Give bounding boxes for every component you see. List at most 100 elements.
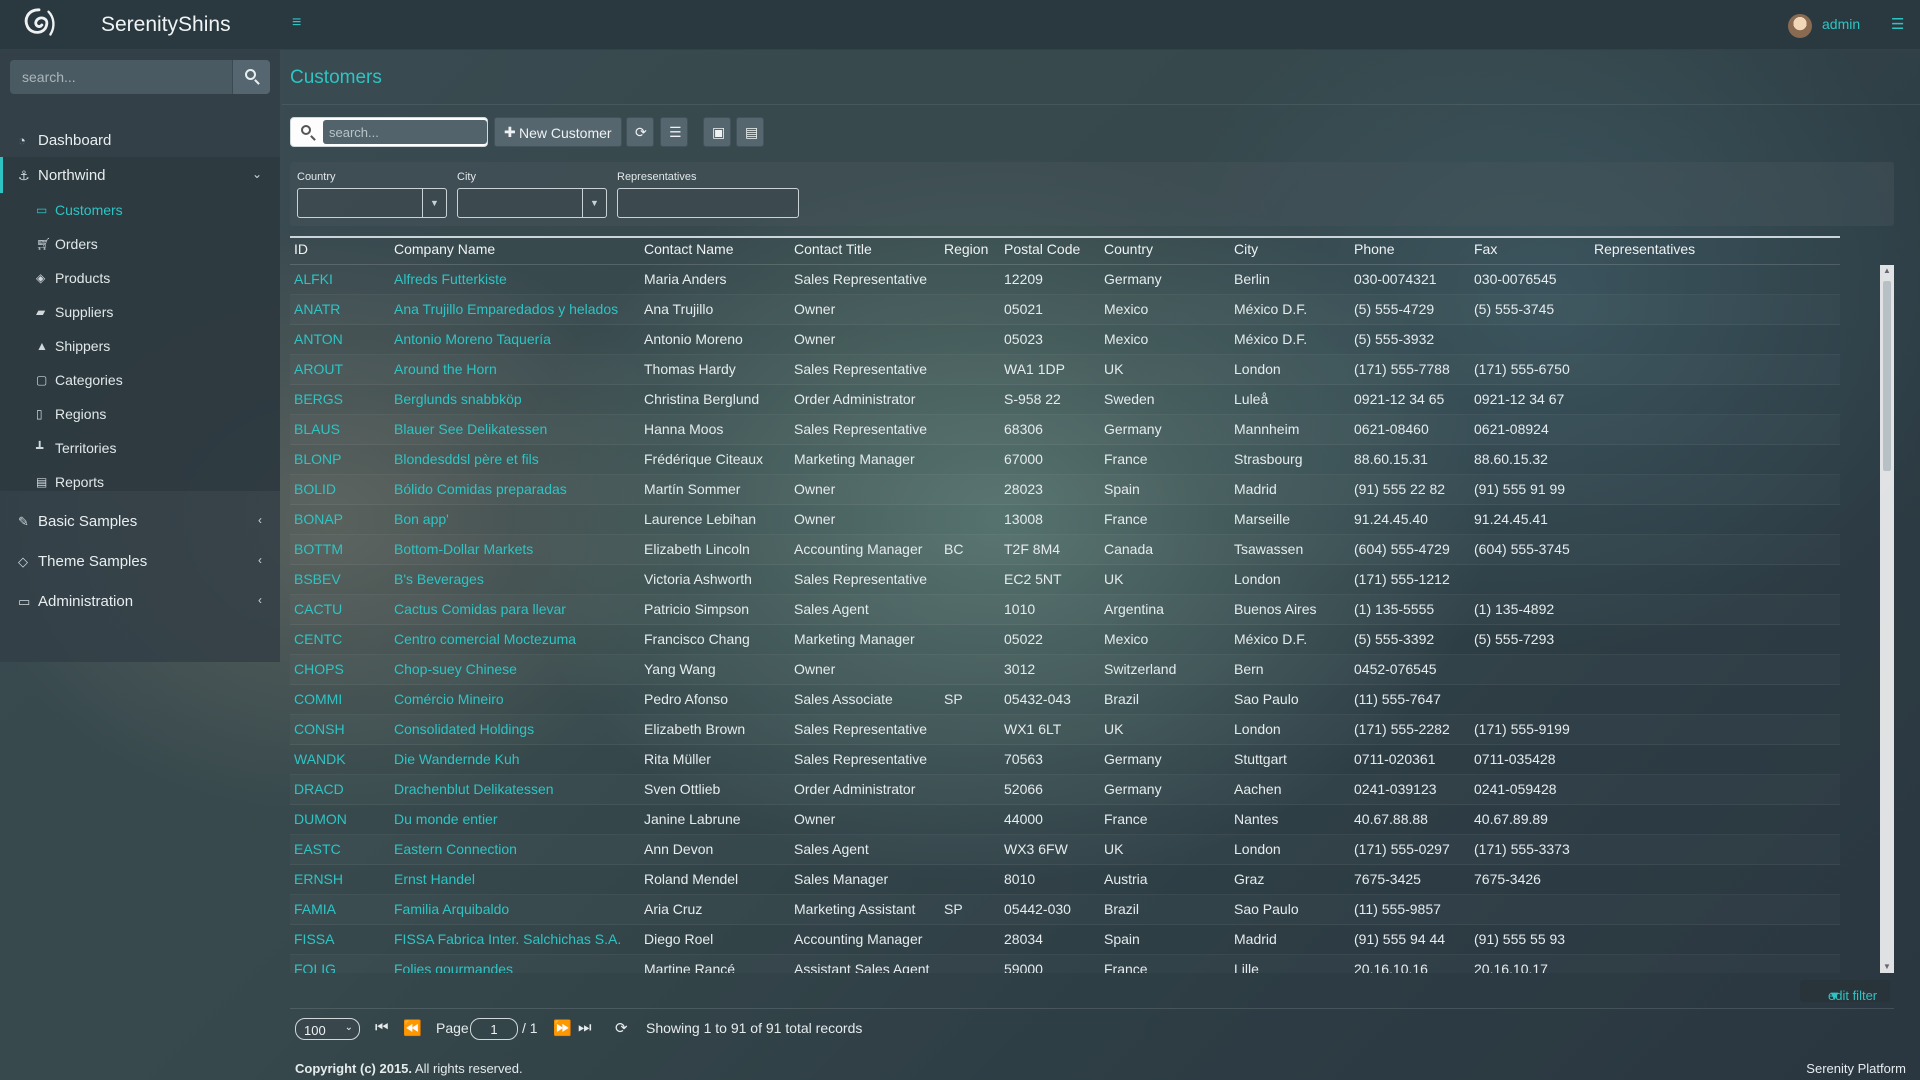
representatives-filter-input[interactable] (617, 188, 799, 218)
grid-search-input[interactable]: search... (323, 120, 487, 144)
grid-search[interactable]: search... (290, 117, 488, 147)
cell-id[interactable]: FAMIA (294, 901, 336, 917)
cell-company[interactable]: Blauer See Delikatessen (394, 421, 547, 437)
column-header-country[interactable]: Country (1104, 241, 1153, 257)
cell-company[interactable]: FISSA Fabrica Inter. Salchichas S.A. (394, 931, 621, 947)
table-row[interactable]: FISSA FISSA Fabrica Inter. Salchichas S.A… (290, 925, 1840, 955)
sidebar-item-basic-samples[interactable]: ✎ Basic Samples ‹ (0, 503, 280, 539)
table-row[interactable]: EASTC Eastern Connection Ann Devon Sales Ag… (290, 835, 1840, 865)
cell-id[interactable]: ERNSH (294, 871, 343, 887)
next-page-icon[interactable]: ⏩ (553, 1019, 572, 1037)
cell-id[interactable]: CHOPS (294, 661, 344, 677)
column-header-contact-title[interactable]: Contact Title (794, 241, 872, 257)
pdf-export-button[interactable]: ▤ (736, 117, 764, 147)
cell-id[interactable]: BOLID (294, 481, 336, 497)
last-page-icon[interactable]: ⏭ (578, 1019, 592, 1036)
table-row[interactable]: ALFKI Alfreds Futterkiste Maria Anders Sale… (290, 265, 1840, 295)
cell-id[interactable]: BOTTM (294, 541, 343, 557)
cell-id[interactable]: FOLIG (294, 961, 336, 973)
cell-company[interactable]: Familia Arquibaldo (394, 901, 509, 917)
cell-company[interactable]: Bólido Comidas preparadas (394, 481, 567, 497)
table-row[interactable]: DRACD Drachenblut Delikatessen Sven Ottlie… (290, 775, 1840, 805)
table-row[interactable]: BONAP Bon app' Laurence Lebihan Owner 13008 F… (290, 505, 1840, 535)
cell-company[interactable]: Around the Horn (394, 361, 497, 377)
sidebar-item-reports[interactable]: ▤ Reports (0, 465, 280, 499)
table-row[interactable]: CENTC Centro comercial Moctezuma Francisco… (290, 625, 1840, 655)
table-row[interactable]: ANATR Ana Trujillo Emparedados y helados A… (290, 295, 1840, 325)
table-row[interactable]: BSBEV B's Beverages Victoria Ashworth Sales… (290, 565, 1840, 595)
excel-export-button[interactable]: ▣ (703, 117, 731, 147)
page-size-select[interactable]: 100 ⌄ (295, 1018, 360, 1040)
cell-company[interactable]: Chop-suey Chinese (394, 661, 517, 677)
sidebar-item-administration[interactable]: ▭ Administration ‹ (0, 583, 280, 619)
cell-company[interactable]: Folies gourmandes (394, 961, 513, 973)
sidebar-item-suppliers[interactable]: ▰ Suppliers (0, 295, 280, 329)
table-row[interactable]: ERNSH Ernst Handel Roland Mendel Sales Mana… (290, 865, 1840, 895)
cell-id[interactable]: COMMI (294, 691, 342, 707)
sliders-icon[interactable]: ☰ (1891, 15, 1904, 33)
sidebar-item-customers[interactable]: ▭ Customers (0, 193, 280, 227)
table-row[interactable]: FAMIA Familia Arquibaldo Aria Cruz Marketin… (290, 895, 1840, 925)
table-row[interactable]: BOTTM Bottom-Dollar Markets Elizabeth Linc… (290, 535, 1840, 565)
table-row[interactable]: DUMON Du monde entier Janine Labrune Owner 4… (290, 805, 1840, 835)
cell-company[interactable]: Du monde entier (394, 811, 498, 827)
cell-company[interactable]: Comércio Mineiro (394, 691, 504, 707)
cell-id[interactable]: BERGS (294, 391, 343, 407)
reload-icon[interactable]: ⟳ (615, 1019, 628, 1037)
table-row[interactable]: CACTU Cactus Comidas para llevar Patricio … (290, 595, 1840, 625)
previous-page-icon[interactable]: ⏪ (403, 1019, 422, 1037)
cell-id[interactable]: DRACD (294, 781, 344, 797)
edit-filter-button[interactable]: ▼ edit filter (1800, 980, 1890, 1003)
sidebar-item-orders[interactable]: 🛒︎ Orders (0, 227, 280, 261)
cell-id[interactable]: CONSH (294, 721, 345, 737)
cell-id[interactable]: FISSA (294, 931, 334, 947)
sidebar-item-regions[interactable]: ▯ Regions (0, 397, 280, 431)
cell-company[interactable]: Eastern Connection (394, 841, 517, 857)
cell-company[interactable]: Drachenblut Delikatessen (394, 781, 554, 797)
sidebar-item-shippers[interactable]: ▲ Shippers (0, 329, 280, 363)
sidebar-search[interactable]: search... (10, 60, 270, 94)
sidebar-item-products[interactable]: ◈ Products (0, 261, 280, 295)
column-header-fax[interactable]: Fax (1474, 241, 1497, 257)
cell-id[interactable]: BSBEV (294, 571, 341, 587)
cell-id[interactable]: BONAP (294, 511, 343, 527)
hamburger-icon[interactable]: ≡ (292, 15, 308, 31)
country-filter-select[interactable]: ▼ (297, 188, 447, 218)
cell-id[interactable]: CENTC (294, 631, 342, 647)
cell-company[interactable]: Berglunds snabbköp (394, 391, 522, 407)
table-row[interactable]: BLAUS Blauer See Delikatessen Hanna Moos Sa… (290, 415, 1840, 445)
table-row[interactable]: FOLIG Folies gourmandes Martine Rancé Assis… (290, 955, 1840, 973)
sidebar-item-categories[interactable]: ▢ Categories (0, 363, 280, 397)
cell-id[interactable]: ALFKI (294, 271, 333, 287)
column-picker-button[interactable]: ☰ (660, 117, 688, 147)
sidebar-item-territories[interactable]: ┻ Territories (0, 431, 280, 465)
cell-company[interactable]: Ernst Handel (394, 871, 475, 887)
column-header-representatives[interactable]: Representatives (1594, 241, 1695, 257)
cell-company[interactable]: Consolidated Holdings (394, 721, 534, 737)
city-filter-select[interactable]: ▼ (457, 188, 607, 218)
cell-id[interactable]: WANDK (294, 751, 346, 767)
cell-company[interactable]: Alfreds Futterkiste (394, 271, 507, 287)
table-row[interactable]: CONSH Consolidated Holdings Elizabeth Brow… (290, 715, 1840, 745)
scroll-up-arrow[interactable]: ▲ (1880, 265, 1894, 277)
table-row[interactable]: ANTON Antonio Moreno Taquería Antonio More… (290, 325, 1840, 355)
grid-scrollbar[interactable]: ▲ ▼ (1880, 265, 1894, 973)
table-row[interactable]: WANDK Die Wandernde Kuh Rita Müller Sales R… (290, 745, 1840, 775)
cell-company[interactable]: Bottom-Dollar Markets (394, 541, 533, 557)
refresh-button[interactable]: ⟳ (626, 117, 654, 147)
cell-id[interactable]: DUMON (294, 811, 347, 827)
cell-company[interactable]: Cactus Comidas para llevar (394, 601, 566, 617)
cell-id[interactable]: ANATR (294, 301, 340, 317)
cell-company[interactable]: Blondesddsl père et fils (394, 451, 539, 467)
table-row[interactable]: AROUT Around the Horn Thomas Hardy Sales Re… (290, 355, 1840, 385)
cell-company[interactable]: Bon app' (394, 511, 449, 527)
user-name[interactable]: admin (1822, 16, 1860, 32)
sidebar-item-northwind[interactable]: ⚓ Northwind ⌄ (0, 157, 280, 193)
cell-id[interactable]: CACTU (294, 601, 342, 617)
column-header-contact-name[interactable]: Contact Name (644, 241, 733, 257)
cell-company[interactable]: Die Wandernde Kuh (394, 751, 520, 767)
first-page-icon[interactable]: ⏮ (375, 1019, 389, 1036)
scroll-thumb[interactable] (1883, 281, 1891, 471)
new-customer-button[interactable]: ✚ New Customer (494, 117, 622, 147)
cell-id[interactable]: BLONP (294, 451, 341, 467)
